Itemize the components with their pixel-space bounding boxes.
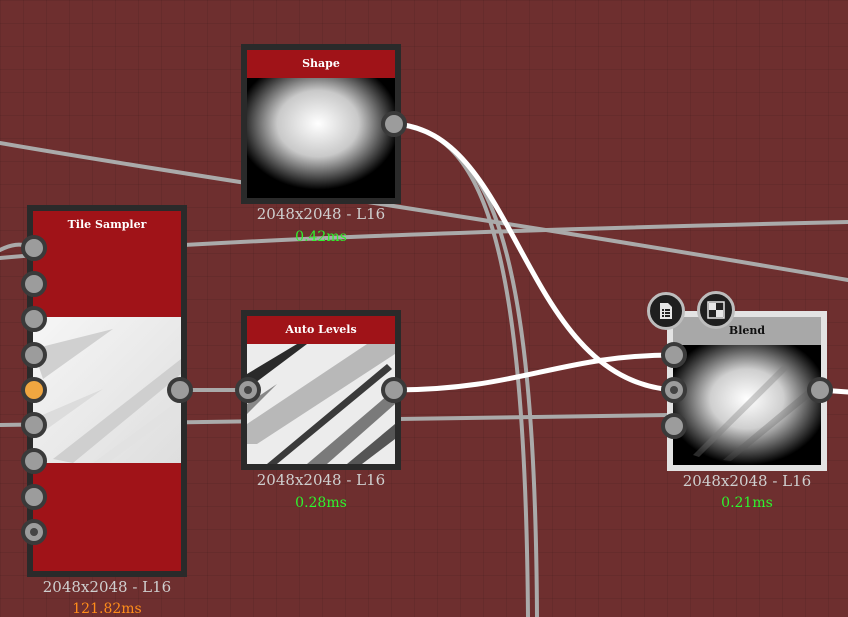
tile-sampler-cook-time: 121.82ms [72,601,142,617]
wire-shape-to-blend [391,121,677,393]
auto-levels-output-port[interactable] [381,377,407,403]
blend-input-mask[interactable] [661,413,687,439]
tile-sampler-resolution: 2048x2048 - L16 [42,578,172,596]
blend-resolution: 2048x2048 - L16 [682,472,812,490]
blend-cook-time: 0.21ms [721,495,773,511]
tile-sampler-input-7[interactable] [21,448,47,474]
shape-node[interactable]: Shape [241,44,401,204]
tile-sampler-input-2[interactable] [21,271,47,297]
node-title: Shape [247,50,395,78]
tile-sampler-node[interactable]: Tile Sampler [27,205,187,577]
auto-levels-node[interactable]: Auto Levels [241,310,401,470]
shape-thumbnail [247,78,395,198]
blend-output-port[interactable] [807,377,833,403]
blend-node[interactable]: Blend [667,311,827,471]
document-list-icon[interactable] [647,292,685,330]
checkerboard-icon[interactable] [697,291,735,329]
auto-levels-thumbnail [247,344,395,464]
node-title: Blend [673,317,821,345]
shape-cook-time: 0.42ms [295,229,347,245]
tile-sampler-input-4[interactable] [21,342,47,368]
blend-thumbnail [673,345,821,465]
wire-shape-down-1 [392,122,530,617]
blend-input-background[interactable] [661,377,687,403]
tile-sampler-output-port[interactable] [167,377,193,403]
tile-sampler-input-6[interactable] [21,412,47,438]
blend-input-foreground[interactable] [661,342,687,368]
shape-resolution: 2048x2048 - L16 [256,205,386,223]
tile-sampler-thumbnail [33,239,181,571]
tile-sampler-input-5-active[interactable] [21,377,47,403]
tile-sampler-input-9[interactable] [21,519,47,545]
shape-output-port[interactable] [381,111,407,137]
node-title: Tile Sampler [33,211,181,239]
node-title: Auto Levels [247,316,395,344]
tile-sampler-input-3[interactable] [21,306,47,332]
auto-levels-cook-time: 0.28ms [295,495,347,511]
tile-sampler-input-1[interactable] [21,235,47,261]
auto-levels-input-port[interactable] [235,377,261,403]
wire-autolevels-to-blend [391,352,677,393]
tile-sampler-input-8[interactable] [21,484,47,510]
auto-levels-resolution: 2048x2048 - L16 [256,471,386,489]
